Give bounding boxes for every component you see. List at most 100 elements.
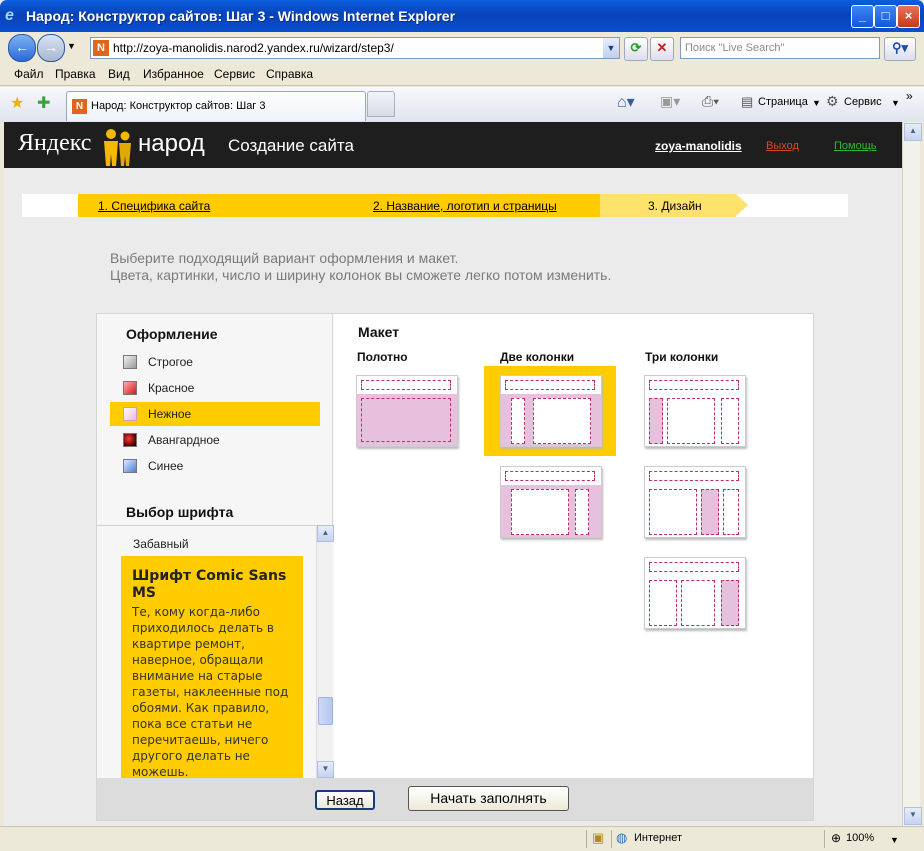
layout-side-column <box>575 489 589 535</box>
theme-red[interactable]: Красное <box>110 376 320 400</box>
menu-edit[interactable]: Правка <box>55 67 96 81</box>
history-dropdown-icon[interactable]: ▼ <box>67 41 76 51</box>
layout-three-col-c[interactable] <box>644 557 746 629</box>
search-button[interactable]: ⚲▾ <box>884 37 916 61</box>
menu-bar: Файл Правка Вид Избранное Сервис Справка <box>0 62 924 86</box>
layout-side-column <box>721 398 739 444</box>
theme-swatch <box>123 355 137 369</box>
page-scrollbar[interactable]: ▲ ▼ <box>902 122 922 826</box>
menu-tools[interactable]: Сервис <box>214 67 255 81</box>
zoom-level[interactable]: 100% <box>846 832 874 844</box>
minimize-button[interactable]: _ <box>851 5 874 28</box>
layout-two-col-left[interactable] <box>500 375 602 447</box>
back-button[interactable]: Назад <box>315 790 375 810</box>
narod-people-icon <box>104 129 131 166</box>
scroll-down-icon[interactable]: ▼ <box>317 761 334 778</box>
status-separator <box>611 830 612 848</box>
menu-help[interactable]: Справка <box>266 67 313 81</box>
start-filling-button[interactable]: Начать заполнять <box>408 786 569 811</box>
menu-view[interactable]: Вид <box>108 67 130 81</box>
gear-icon: ⚙ <box>826 93 839 109</box>
window-title: Народ: Конструктор сайтов: Шаг 3 - Windo… <box>26 8 456 24</box>
layout-side-column <box>723 489 739 535</box>
tab-favicon: N <box>72 99 87 114</box>
page-icon: ▤ <box>741 94 754 109</box>
browser-tab[interactable]: N Народ: Конструктор сайтов: Шаг 3 <box>66 91 366 121</box>
zoom-icon: ⊕ <box>831 831 842 845</box>
menu-file[interactable]: Файл <box>14 67 44 81</box>
scroll-up-icon[interactable]: ▲ <box>317 525 334 542</box>
address-row: ← → ▼ N http://zoya-manolidis.narod2.yan… <box>4 32 920 62</box>
font-description: Те, кому когда-либо приходилось делать в… <box>132 605 289 779</box>
layout-header-block <box>649 471 739 481</box>
forward-nav-button[interactable]: → <box>37 34 65 62</box>
theme-blue[interactable]: Синее <box>110 454 320 478</box>
page-menu-chevron-icon[interactable]: ▼ <box>812 98 821 108</box>
page-menu-label[interactable]: Страница <box>758 96 808 108</box>
layout-heading: Макет <box>358 324 400 340</box>
favorites-star-icon[interactable]: ★ <box>10 93 24 113</box>
logo-yandex[interactable]: Яндекс <box>18 130 91 157</box>
refresh-button[interactable]: ⟳ <box>624 37 648 61</box>
font-selected-card[interactable]: Шрифт Comic Sans MS Те, кому когда-либо … <box>121 556 303 779</box>
chevron-more-icon[interactable]: » <box>906 89 913 103</box>
page-title: Создание сайта <box>228 136 354 155</box>
theme-avantgarde[interactable]: Авангардное <box>110 428 320 452</box>
design-heading: Оформление <box>126 326 218 342</box>
maximize-button[interactable]: □ <box>874 5 897 28</box>
layout-three-col-b[interactable] <box>644 466 746 538</box>
layout-side-column <box>649 398 663 444</box>
address-dropdown-icon[interactable]: ▼ <box>603 38 619 58</box>
step-3-current: 3. Дизайн <box>648 199 702 213</box>
search-input[interactable]: Поиск "Live Search" <box>680 37 880 59</box>
tools-menu-label[interactable]: Сервис <box>844 96 882 108</box>
layout-header-block <box>505 380 595 390</box>
theme-swatch <box>123 407 137 421</box>
print-icon[interactable]: ⎙▾ <box>702 93 719 110</box>
layout-two-col-right[interactable] <box>500 466 602 538</box>
font-category-item[interactable]: Забавный <box>133 537 189 551</box>
window-titlebar: e Народ: Конструктор сайтов: Шаг 3 - Win… <box>0 0 924 32</box>
back-nav-button[interactable]: ← <box>8 34 36 62</box>
help-link[interactable]: Помощь <box>834 140 877 152</box>
logout-link[interactable]: Выход <box>766 140 799 152</box>
theme-strict[interactable]: Строгое <box>110 350 320 374</box>
address-bar[interactable]: N http://zoya-manolidis.narod2.yandex.ru… <box>90 37 620 59</box>
new-tab-button[interactable] <box>367 91 395 117</box>
scroll-thumb[interactable] <box>318 697 333 725</box>
theme-gentle[interactable]: Нежное <box>110 402 320 426</box>
layout-side-column <box>511 398 525 444</box>
address-url: http://zoya-manolidis.narod2.yandex.ru/w… <box>113 41 394 55</box>
close-button[interactable]: × <box>897 5 920 28</box>
theme-label: Красное <box>148 381 195 395</box>
tab-label: Народ: Конструктор сайтов: Шаг 3 <box>91 100 266 112</box>
stop-button[interactable]: ✕ <box>650 37 674 61</box>
status-bar: ▣ ◍ Интернет ⊕ 100% ▼ <box>0 826 924 851</box>
step-1-link[interactable]: 1. Специфика сайта <box>98 199 210 213</box>
layout-main-column <box>649 489 697 535</box>
globe-icon: ◍ <box>616 830 628 845</box>
add-favorite-icon[interactable]: ✚ <box>37 93 50 113</box>
tools-menu-chevron-icon[interactable]: ▼ <box>891 98 900 108</box>
theme-label: Нежное <box>148 407 192 421</box>
theme-label: Строгое <box>148 355 193 369</box>
feeds-icon[interactable]: ▣▾ <box>660 93 680 110</box>
scroll-down-icon[interactable]: ▼ <box>904 807 922 825</box>
font-list-scrollbar[interactable]: ▲ ▼ <box>316 525 334 778</box>
layout-main-column <box>667 398 715 444</box>
username-link[interactable]: zoya-manolidis <box>655 139 742 153</box>
theme-label: Авангардное <box>148 433 220 447</box>
layout-canvas[interactable] <box>356 375 458 447</box>
layout-header-block <box>649 380 739 390</box>
logo-narod[interactable]: народ <box>138 130 205 158</box>
theme-swatch <box>123 381 137 395</box>
menu-favorites[interactable]: Избранное <box>143 67 204 81</box>
intro-line-1: Выберите подходящий вариант оформления и… <box>110 250 459 266</box>
home-icon[interactable]: ⌂▾ <box>617 92 635 112</box>
layout-three-col-a[interactable] <box>644 375 746 447</box>
narod-favicon: N <box>93 40 109 56</box>
step-2-link[interactable]: 2. Название, логотип и страницы <box>373 199 557 213</box>
scroll-up-icon[interactable]: ▲ <box>904 123 922 141</box>
search-placeholder: Поиск "Live Search" <box>685 42 785 54</box>
zoom-chevron-icon[interactable]: ▼ <box>890 835 899 845</box>
